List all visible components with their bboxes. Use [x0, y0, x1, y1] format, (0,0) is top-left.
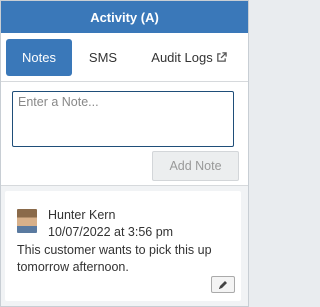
note-input[interactable] [12, 91, 234, 147]
add-note-button[interactable]: Add Note [152, 151, 239, 181]
notes-feed: Hunter Kern 10/07/2022 at 3:56 pm This c… [1, 186, 248, 306]
external-link-icon [216, 52, 227, 62]
tab-audit-logs-label: Audit Logs [151, 50, 213, 65]
panel-title: Activity (A) [90, 9, 159, 25]
tab-notes-label: Notes [22, 50, 56, 65]
tab-audit-logs[interactable]: Audit Logs [139, 39, 239, 76]
note-compose: Add Note [1, 82, 248, 186]
avatar [17, 209, 37, 233]
tab-notes[interactable]: Notes [6, 39, 72, 76]
tab-sms-label: SMS [88, 50, 118, 65]
note-item: Hunter Kern 10/07/2022 at 3:56 pm This c… [5, 191, 241, 301]
note-author: Hunter Kern [48, 208, 116, 222]
panel-header: Activity (A) [1, 1, 248, 33]
edit-note-button[interactable] [211, 276, 235, 293]
activity-panel: Activity (A) Notes SMS Audit Logs Add No… [0, 0, 249, 307]
add-note-label: Add Note [169, 159, 222, 173]
note-text: This customer wants to pick this up tomo… [17, 243, 212, 274]
pencil-icon [219, 280, 227, 289]
tab-bar: Notes SMS Audit Logs [1, 33, 248, 82]
note-timestamp: 10/07/2022 at 3:56 pm [48, 225, 174, 239]
tab-sms[interactable]: SMS [75, 39, 131, 76]
